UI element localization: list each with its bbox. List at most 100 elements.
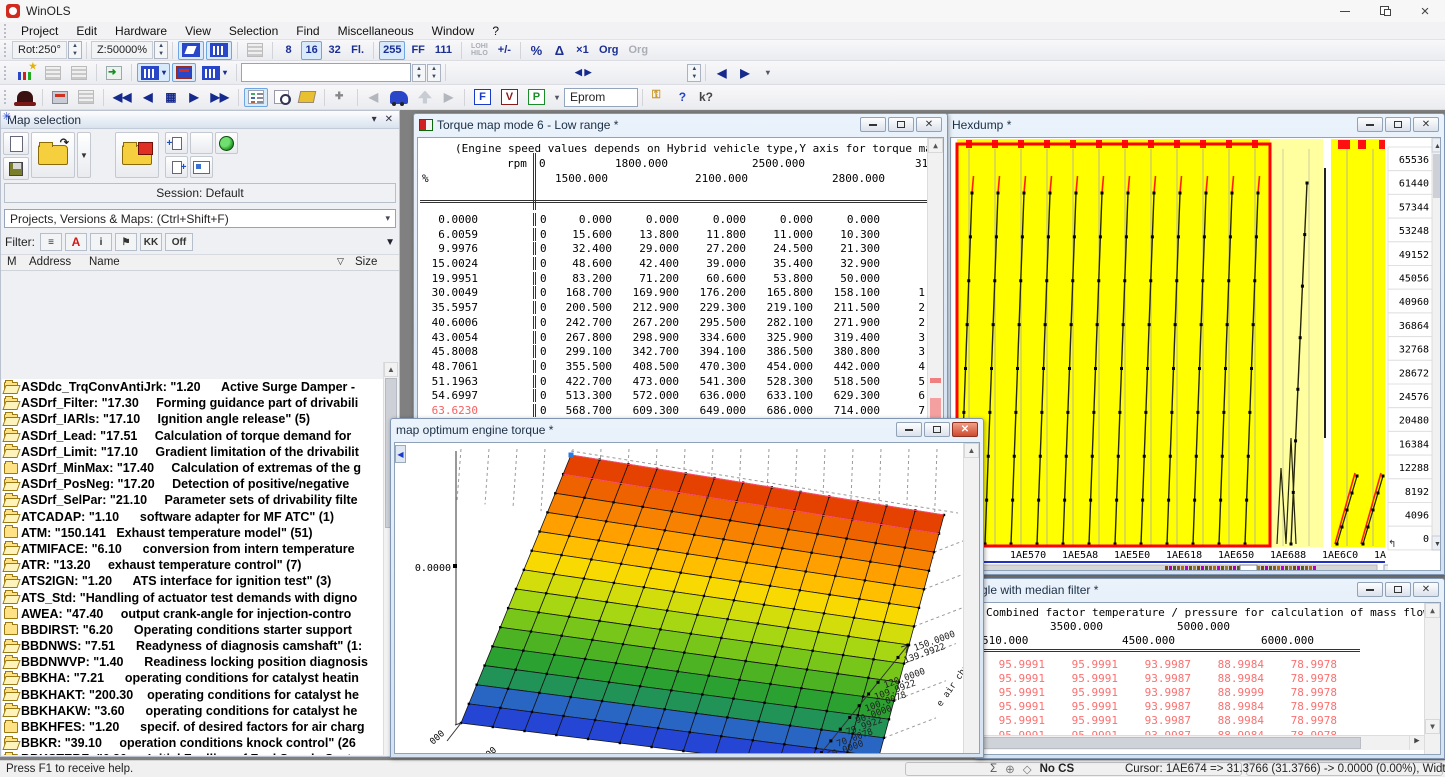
median-hscrollbar[interactable]: ▶	[980, 735, 1424, 750]
view-histogram-button[interactable]	[206, 41, 232, 60]
cell-value[interactable]: 50.000	[813, 272, 880, 285]
cell-value[interactable]: 518.500	[813, 375, 880, 388]
selection-window-button[interactable]	[172, 63, 196, 82]
surface-chart[interactable]: 0.00000000000150.0000139.9922120.0000109…	[399, 445, 965, 753]
map-selection-titlebar[interactable]: Map selection ▾✕	[1, 111, 399, 129]
hexdump-content[interactable]: 5381AE5701AE5A81AE5E01AE6181AE6501AE6881…	[950, 137, 1441, 571]
context-help-button[interactable]: k?	[695, 88, 717, 107]
list-item[interactable]: AWEA: "47.40 output crank-angle for inje…	[2, 606, 383, 622]
minimize-button[interactable]	[1325, 0, 1365, 22]
cell-value[interactable]: 169.900	[612, 286, 679, 299]
filter-info-button[interactable]: i	[90, 233, 112, 251]
median-scrollbar[interactable]: ▲ ▼	[1424, 603, 1440, 754]
table-row[interactable]: 35.59570200.500212.900229.300219.100211.…	[418, 300, 927, 315]
window-mode-dropdown[interactable]: ▾	[137, 63, 170, 82]
cell-value[interactable]: 629.300	[813, 389, 880, 402]
list-item[interactable]: ATCADAP: "1.10 software adapter for MF A…	[2, 509, 383, 525]
cell-value[interactable]: 53.800	[746, 272, 813, 285]
surface-titlebar[interactable]: map optimum engine torque * ✕	[391, 419, 983, 440]
filter-off-button[interactable]: Off	[165, 233, 193, 251]
step-spinner[interactable]: ▲▼	[687, 64, 701, 82]
open-project-dropdown[interactable]: ▼	[77, 132, 91, 178]
map-list-dropdown[interactable]: ▾	[757, 63, 778, 82]
cell-value[interactable]: 219.100	[746, 301, 813, 314]
median-close-button[interactable]: ✕	[1413, 582, 1439, 597]
hexdump-maximize-button[interactable]	[1385, 117, 1411, 132]
cell-value[interactable]: 212.900	[612, 301, 679, 314]
next-map-button[interactable]: ▶	[734, 63, 755, 82]
panel-close-icon[interactable]: ✕	[385, 114, 393, 125]
list-item[interactable]: ATM: "150.141 Exhaust temperature model"…	[2, 525, 383, 541]
cell-value[interactable]: 442.000	[813, 360, 880, 373]
cell-value[interactable]: 267.800	[545, 331, 612, 344]
torque-content[interactable]: (Engine speed values depends on Hybrid v…	[417, 137, 944, 429]
rotation-field[interactable]: Rot:250°	[12, 41, 67, 59]
difference-button[interactable]: Δ	[549, 41, 570, 60]
column-address[interactable]: Address	[29, 256, 71, 268]
cell-value[interactable]: 408.500	[612, 360, 679, 373]
cell-value[interactable]: 165.800	[746, 286, 813, 299]
cell-value[interactable]: 48.600	[545, 257, 612, 270]
table-row[interactable]: 45.80080299.100342.700394.100386.500380.…	[418, 344, 927, 359]
table-row[interactable]: 54.69970513.300572.000636.000633.100629.…	[418, 389, 927, 404]
project-versions-button[interactable]	[74, 88, 98, 107]
menu-item-q[interactable]: ?	[483, 22, 508, 40]
torque-close-button[interactable]: ✕	[916, 117, 942, 132]
view-2d-button[interactable]	[178, 41, 204, 60]
cell-value[interactable]: 0.000	[612, 213, 679, 226]
torque-minimize-button[interactable]	[860, 117, 886, 132]
torque-scroll-up-icon[interactable]: ▲	[928, 138, 943, 153]
cell-value[interactable]: 93.9987	[1118, 658, 1191, 671]
cell-value[interactable]: 319.400	[813, 331, 880, 344]
import-maps-button[interactable]	[102, 63, 126, 82]
cell-value[interactable]: 200.500	[545, 301, 612, 314]
bits-8-button[interactable]: 8	[278, 41, 299, 60]
hex-view-button[interactable]: FF	[407, 41, 428, 60]
toolbar1-handle[interactable]	[4, 43, 7, 57]
cell-value[interactable]: 686.000	[746, 404, 813, 417]
panel-menu-icon[interactable]: ▾	[372, 114, 377, 125]
cell-value[interactable]: 176.200	[679, 286, 746, 299]
decimal-view-button[interactable]: 255	[379, 41, 405, 60]
prev-map-button[interactable]: ◀	[711, 63, 732, 82]
cell-value[interactable]: 78.9978	[1264, 700, 1337, 713]
signed-button[interactable]: +/-	[494, 41, 515, 60]
menu-item-view[interactable]: View	[176, 22, 220, 40]
list-item[interactable]: BBKHFES: "1.20 specif. of desired factor…	[2, 719, 383, 735]
cell-value[interactable]: 95.9991	[980, 686, 1045, 699]
scroll-up-icon[interactable]: ▲	[384, 362, 398, 377]
surface-close-button[interactable]: ✕	[952, 422, 978, 437]
torque-table-rows[interactable]: 0.000000.0000.0000.0000.0000.0006.005901…	[418, 212, 927, 429]
bits-16-button[interactable]: 16	[301, 41, 322, 60]
cell-value[interactable]: 0.000	[545, 213, 612, 226]
cell-value[interactable]: 470.300	[679, 360, 746, 373]
cell-value[interactable]: 42.400	[612, 257, 679, 270]
cell-value[interactable]: 78.9978	[1264, 658, 1337, 671]
table-row[interactable]: 15.0024048.60042.40039.00035.40032.900	[418, 256, 927, 271]
prev-version-button[interactable]: ◀	[137, 88, 158, 107]
table-row[interactable]: 9.9976032.40029.00027.20024.50021.300	[418, 241, 927, 256]
cell-value[interactable]: 714.000	[813, 404, 880, 417]
last-version-button[interactable]: ▶▶	[206, 88, 232, 107]
menubar-handle[interactable]	[4, 24, 7, 38]
table-row[interactable]: 30.00490168.700169.900176.200165.800158.…	[418, 286, 927, 301]
add-version-button[interactable]	[165, 132, 188, 154]
export-version-button[interactable]	[165, 156, 188, 178]
cell-value[interactable]: 229.300	[679, 301, 746, 314]
cell-value[interactable]: 15.600	[545, 228, 612, 241]
preview-button[interactable]	[270, 88, 293, 107]
value-spinner1[interactable]: ▲▼	[412, 64, 426, 82]
rotation-spinner[interactable]: ▲▼	[68, 41, 82, 59]
surface-scroll-up-icon[interactable]: ▲	[964, 443, 979, 458]
binary-view-button[interactable]: 111	[431, 41, 456, 60]
map-list-header[interactable]: M Address Name ▽ Size	[1, 254, 399, 271]
restore-button[interactable]	[1365, 0, 1405, 22]
cell-value[interactable]: 88.9984	[1191, 714, 1264, 727]
cell-value[interactable]: 299.100	[545, 345, 612, 358]
menu-item-project[interactable]: Project	[12, 22, 67, 40]
cell-value[interactable]: 342.700	[612, 345, 679, 358]
list-item[interactable]: ATS_Std: "Handling of actuator test dema…	[2, 589, 383, 605]
hexdump-titlebar[interactable]: Hexdump * ✕	[947, 114, 1444, 135]
cell-value[interactable]: 636.000	[679, 389, 746, 402]
cell-value[interactable]: 88.9999	[1191, 686, 1264, 699]
